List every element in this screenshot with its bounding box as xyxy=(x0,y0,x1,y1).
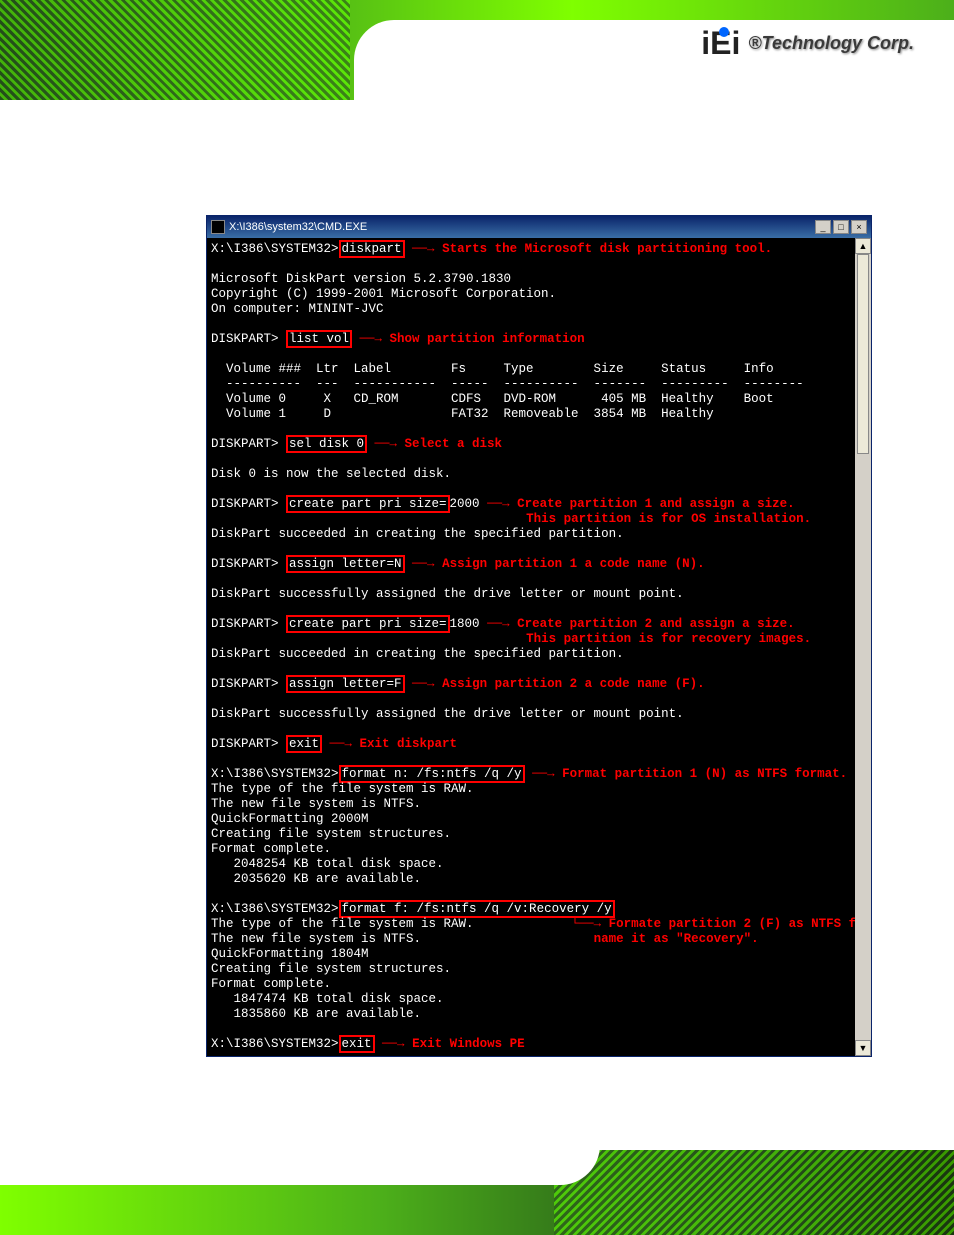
minimize-button[interactable]: _ xyxy=(815,220,831,234)
cmd-arg: 2000 xyxy=(450,497,480,511)
arrow-icon: └──→ xyxy=(571,917,609,931)
titlebar-buttons: _ □ × xyxy=(815,220,867,234)
cmd-format-n: format n: /fs:ntfs /q /y xyxy=(339,765,525,783)
output-line: 1847474 KB total disk space. xyxy=(211,992,444,1006)
arrow-icon: ──→ xyxy=(322,737,360,751)
output-line: The type of the file system is RAW. xyxy=(211,917,474,931)
output-line: Format complete. xyxy=(211,842,331,856)
terminal-output: X:\I386\SYSTEM32>diskpart ──→ Starts the… xyxy=(207,238,871,1056)
output-line: The type of the file system is RAW. xyxy=(211,782,474,796)
output-line: DiskPart successfully assigned the drive… xyxy=(211,587,684,601)
cmd-exit-pe: exit xyxy=(339,1035,375,1053)
annotation: Show partition information xyxy=(390,332,585,346)
cmd-seldisk: sel disk 0 xyxy=(286,435,367,453)
annotation: Format partition 1 (N) as NTFS format. xyxy=(562,767,847,781)
cmd-format-f: format f: /fs:ntfs /q /v:Recovery /y xyxy=(339,900,615,918)
arrow-icon: ──→ xyxy=(405,677,443,691)
logo-iei: iEi xyxy=(701,25,740,62)
maximize-button[interactable]: □ xyxy=(833,220,849,234)
cmd-createpart1: create part pri size= xyxy=(286,495,450,513)
annotation: Assign partition 2 a code name (F). xyxy=(442,677,705,691)
output-line: Creating file system structures. xyxy=(211,827,451,841)
output-line: 2048254 KB total disk space. xyxy=(211,857,444,871)
titlebar[interactable]: X:\I386\system32\CMD.EXE _ □ × xyxy=(207,216,871,238)
cmd-createpart2: create part pri size= xyxy=(286,615,450,633)
cmd-window: X:\I386\system32\CMD.EXE _ □ × X:\I386\S… xyxy=(206,215,872,1057)
annotation: Formate partition 2 (F) as NTFS formate … xyxy=(609,917,871,931)
arrow-icon: ──→ xyxy=(405,242,443,256)
close-button[interactable]: × xyxy=(851,220,867,234)
header-band: iEi ®Technology Corp. xyxy=(0,0,954,100)
table-row: Volume 0 X CD_ROM CDFS DVD-ROM 405 MB He… xyxy=(211,392,774,406)
annotation: Exit Windows PE xyxy=(412,1037,525,1051)
output-line: 1835860 KB are available. xyxy=(211,1007,421,1021)
output-line: The new file system is NTFS. xyxy=(211,932,421,946)
annotation: Starts the Microsoft disk partitioning t… xyxy=(442,242,772,256)
prompt: DISKPART> xyxy=(211,332,286,346)
output-line: On computer: MININT-JVC xyxy=(211,302,384,316)
footer-circuit-art xyxy=(554,1150,954,1235)
cmd-listvol: list vol xyxy=(286,330,352,348)
prompt: X:\I386\SYSTEM32> xyxy=(211,767,339,781)
scroll-down-icon[interactable]: ▼ xyxy=(855,1040,871,1056)
titlebar-title: X:\I386\system32\CMD.EXE xyxy=(229,221,815,233)
output-line: 2035620 KB are available. xyxy=(211,872,421,886)
prompt: DISKPART> xyxy=(211,617,286,631)
scroll-up-icon[interactable]: ▲ xyxy=(855,238,871,254)
company-name: ®Technology Corp. xyxy=(748,33,914,54)
cmd-assign-n: assign letter=N xyxy=(286,555,405,573)
annotation: Assign partition 1 a code name (N). xyxy=(442,557,705,571)
scroll-thumb[interactable] xyxy=(857,254,869,454)
annotation: This partition is for OS installation. xyxy=(526,512,811,526)
header-circuit-art xyxy=(0,0,350,100)
prompt: X:\I386\SYSTEM32> xyxy=(211,242,339,256)
annotation: This partition is for recovery images. xyxy=(526,632,811,646)
logo-area: iEi ®Technology Corp. xyxy=(701,25,914,62)
output-line: DiskPart succeeded in creating the speci… xyxy=(211,527,624,541)
cmd-exit-diskpart: exit xyxy=(286,735,322,753)
output-line: DiskPart successfully assigned the drive… xyxy=(211,707,684,721)
output-line: QuickFormatting 1804M xyxy=(211,947,369,961)
table-header: Volume ### Ltr Label Fs Type Size Status… xyxy=(211,362,774,376)
titlebar-icon xyxy=(211,220,225,234)
output-line: DiskPart succeeded in creating the speci… xyxy=(211,647,624,661)
cmd-diskpart: diskpart xyxy=(339,240,405,258)
arrow-icon: ──→ xyxy=(525,767,563,781)
prompt: DISKPART> xyxy=(211,737,286,751)
prompt: DISKPART> xyxy=(211,557,286,571)
footer-band xyxy=(0,1150,954,1235)
annotation: Create partition 2 and assign a size. xyxy=(517,617,795,631)
prompt: DISKPART> xyxy=(211,437,286,451)
output-line: Microsoft DiskPart version 5.2.3790.1830 xyxy=(211,272,511,286)
output-line: Creating file system structures. xyxy=(211,962,451,976)
arrow-icon: ──→ xyxy=(367,437,405,451)
arrow-icon: ──→ xyxy=(480,497,518,511)
output-line: Disk 0 is now the selected disk. xyxy=(211,467,451,481)
arrow-icon: ──→ xyxy=(375,1037,413,1051)
table-divider: ---------- --- ----------- ----- -------… xyxy=(211,377,804,391)
annotation: Create partition 1 and assign a size. xyxy=(517,497,795,511)
prompt: DISKPART> xyxy=(211,497,286,511)
table-row: Volume 1 D FAT32 Removeable 3854 MB Heal… xyxy=(211,407,714,421)
arrow-icon: ──→ xyxy=(405,557,443,571)
arrow-icon: ──→ xyxy=(480,617,518,631)
annotation: name it as "Recovery". xyxy=(594,932,759,946)
prompt: DISKPART> xyxy=(211,677,286,691)
output-line: QuickFormatting 2000M xyxy=(211,812,369,826)
annotation: Exit diskpart xyxy=(360,737,458,751)
output-line: Format complete. xyxy=(211,977,331,991)
footer-swoosh xyxy=(0,1135,600,1185)
scrollbar[interactable]: ▲ ▼ xyxy=(855,238,871,1056)
arrow-icon: ──→ xyxy=(352,332,390,346)
output-line: The new file system is NTFS. xyxy=(211,797,421,811)
output-line: Copyright (C) 1999-2001 Microsoft Corpor… xyxy=(211,287,556,301)
prompt: X:\I386\SYSTEM32> xyxy=(211,1037,339,1051)
annotation: Select a disk xyxy=(405,437,503,451)
cmd-assign-f: assign letter=F xyxy=(286,675,405,693)
prompt: X:\I386\SYSTEM32> xyxy=(211,902,339,916)
cmd-arg: 1800 xyxy=(450,617,480,631)
